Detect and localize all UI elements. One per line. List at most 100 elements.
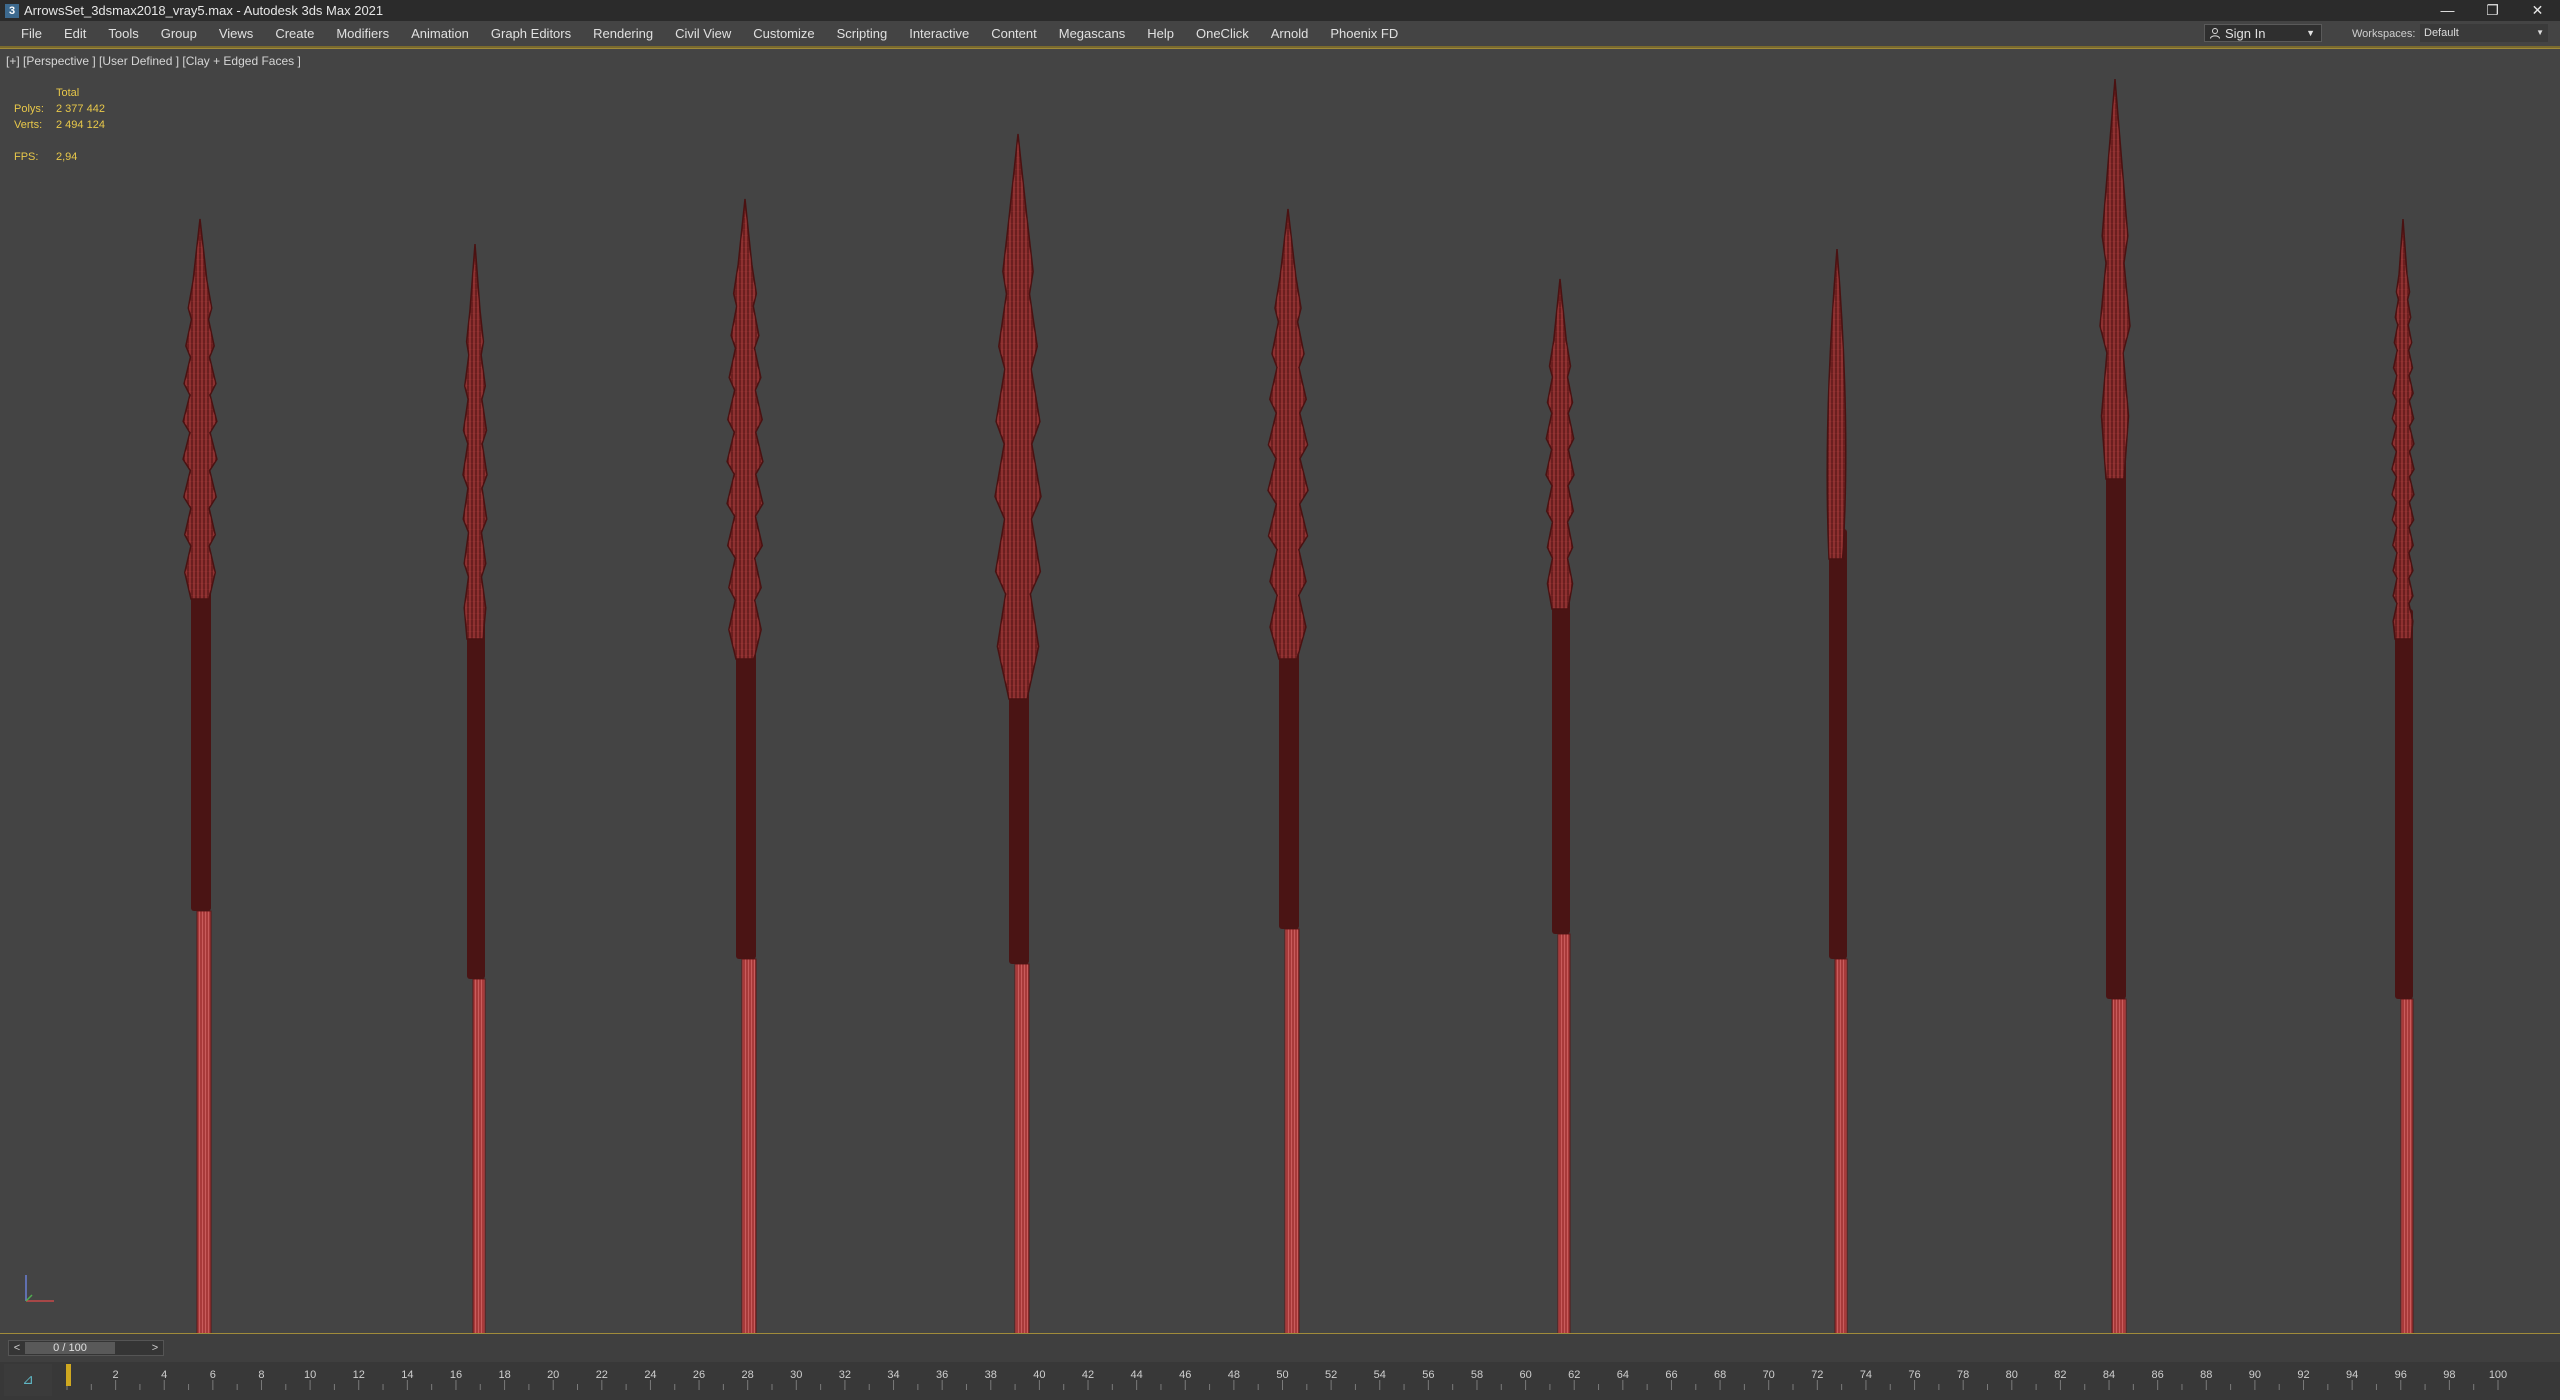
timeline-tick-label: 40 (1033, 1369, 1045, 1381)
fps-row: FPS: 2,94 (14, 149, 105, 165)
menu-rendering[interactable]: Rendering (582, 21, 664, 46)
verts-row: Verts: 2 494 124 (14, 117, 105, 133)
sign-in-label: Sign In (2225, 25, 2266, 41)
menu-modifiers[interactable]: Modifiers (325, 21, 400, 46)
workspaces-select[interactable]: Default ▼ (2420, 24, 2548, 42)
arrow-model[interactable] (1545, 278, 1575, 1334)
menu-arnold[interactable]: Arnold (1260, 21, 1320, 46)
timeline-tick-label: 42 (1082, 1369, 1094, 1381)
timeline-tick-label: 6 (210, 1369, 216, 1381)
menu-animation[interactable]: Animation (400, 21, 480, 46)
arrow-model[interactable] (1267, 208, 1309, 1334)
menu-civil-view[interactable]: Civil View (664, 21, 742, 46)
menu-create[interactable]: Create (264, 21, 325, 46)
minimize-icon[interactable]: — (2425, 0, 2470, 21)
perspective-viewport[interactable]: [+] [Perspective ] [User Defined ] [Clay… (0, 48, 2560, 1334)
window-controls: — ❐ ✕ (2425, 0, 2560, 21)
arrow-model[interactable] (462, 243, 488, 1334)
timeline-tick-label: 36 (936, 1369, 948, 1381)
timeline-tick-label: 56 (1422, 1369, 1434, 1381)
arrow-shaft (1014, 963, 1030, 1333)
menu-graph-editors[interactable]: Graph Editors (480, 21, 582, 46)
arrow-model[interactable] (994, 133, 1042, 1334)
menu-group[interactable]: Group (150, 21, 208, 46)
workspaces-label: Workspaces: (2352, 28, 2416, 40)
restore-icon[interactable]: ❐ (2470, 0, 2515, 21)
timeline-tick-label: 18 (498, 1369, 510, 1381)
arrows-scene (182, 78, 2415, 1334)
arrow-socket (1829, 529, 1847, 959)
timeline-tick-label: 48 (1228, 1369, 1240, 1381)
next-frame-button[interactable]: > (148, 1341, 162, 1355)
viewport-label[interactable]: [+] [Perspective ] [User Defined ] [Clay… (6, 54, 301, 68)
timeline-tick-label: 34 (887, 1369, 899, 1381)
menu-customize[interactable]: Customize (742, 21, 825, 46)
menu-file[interactable]: File (10, 21, 53, 46)
arrow-head (2099, 78, 2131, 480)
menu-views[interactable]: Views (208, 21, 264, 46)
timeline-tick-label: 38 (985, 1369, 997, 1381)
close-icon[interactable]: ✕ (2515, 0, 2560, 21)
arrow-model[interactable] (2391, 218, 2415, 1334)
polys-label: Polys: (14, 103, 44, 115)
timeline-tick-label: 8 (258, 1369, 264, 1381)
timeline-tick-label: 94 (2346, 1369, 2358, 1381)
arrow-head (1267, 208, 1309, 660)
arrow-head (994, 133, 1042, 700)
timeline-tick-label: 62 (1568, 1369, 1580, 1381)
arrow-socket (736, 629, 756, 959)
timeline-tick-label: 20 (547, 1369, 559, 1381)
timeline-tick-label: 60 (1519, 1369, 1531, 1381)
verts-value: 2 494 124 (56, 119, 105, 131)
current-frame-marker[interactable] (66, 1364, 71, 1386)
timeline-tick-label: 52 (1325, 1369, 1337, 1381)
stats-header-row: Total (14, 85, 105, 101)
arrow-model[interactable] (1826, 248, 1848, 1334)
arrow-socket (2395, 609, 2413, 999)
menu-scripting[interactable]: Scripting (826, 21, 899, 46)
polys-value: 2 377 442 (56, 103, 105, 115)
timeline-panel: < 0 / 100 > ⊿ 2 4 6 8 10 12 14 16 18 20 22 24 26 28 30… (0, 1334, 2560, 1400)
arrow-model[interactable] (726, 198, 764, 1334)
timeline-tick-label: 90 (2249, 1369, 2261, 1381)
timeline-tick-label: 66 (1665, 1369, 1677, 1381)
timeline-tick-label: 68 (1714, 1369, 1726, 1381)
arrow-shaft (2400, 998, 2414, 1333)
arrow-model[interactable] (2099, 78, 2131, 1334)
window-title: ArrowsSet_3dsmax2018_vray5.max - Autodes… (24, 3, 384, 18)
menu-edit[interactable]: Edit (53, 21, 97, 46)
time-slider[interactable]: < 0 / 100 > (8, 1340, 164, 1356)
timeline-tick-label: 100 (2489, 1369, 2507, 1381)
timeline-tick-label: 78 (1957, 1369, 1969, 1381)
arrow-shaft (1557, 933, 1571, 1333)
menu-tools[interactable]: Tools (97, 21, 149, 46)
arrow-shaft (1834, 958, 1848, 1333)
menu-phoenix-fd[interactable]: Phoenix FD (1319, 21, 1409, 46)
polys-row: Polys: 2 377 442 (14, 101, 105, 117)
arrow-shaft (196, 910, 212, 1333)
arrow-shaft (1284, 928, 1300, 1333)
timeline-tick-label: 26 (693, 1369, 705, 1381)
timeline-tick-label: 70 (1763, 1369, 1775, 1381)
timeline-tick-label: 92 (2297, 1369, 2309, 1381)
timeline-tick-label: 72 (1811, 1369, 1823, 1381)
workspaces-value: Default (2424, 27, 2459, 39)
timeline-tick-label: 46 (1179, 1369, 1191, 1381)
menu-interactive[interactable]: Interactive (898, 21, 980, 46)
menu-help[interactable]: Help (1136, 21, 1185, 46)
time-slider-thumb[interactable]: 0 / 100 (25, 1342, 115, 1354)
arrow-model[interactable] (182, 218, 218, 1334)
previous-frame-button[interactable]: < (10, 1341, 24, 1355)
timeline-tick-label: 98 (2443, 1369, 2455, 1381)
timeline-tick-label: 84 (2103, 1369, 2115, 1381)
menu-content[interactable]: Content (980, 21, 1048, 46)
timeline-tick-label: 22 (596, 1369, 608, 1381)
menu-megascans[interactable]: Megascans (1048, 21, 1136, 46)
arrow-head (462, 243, 488, 640)
timeline-tick-label: 96 (2395, 1369, 2407, 1381)
title-bar: 3 ArrowsSet_3dsmax2018_vray5.max - Autod… (0, 0, 2560, 21)
timeline-tick-label: 10 (304, 1369, 316, 1381)
menu-oneclick[interactable]: OneClick (1185, 21, 1260, 46)
timeline-tick-label: 14 (401, 1369, 413, 1381)
sign-in-dropdown[interactable]: Sign In ▼ (2204, 24, 2322, 42)
